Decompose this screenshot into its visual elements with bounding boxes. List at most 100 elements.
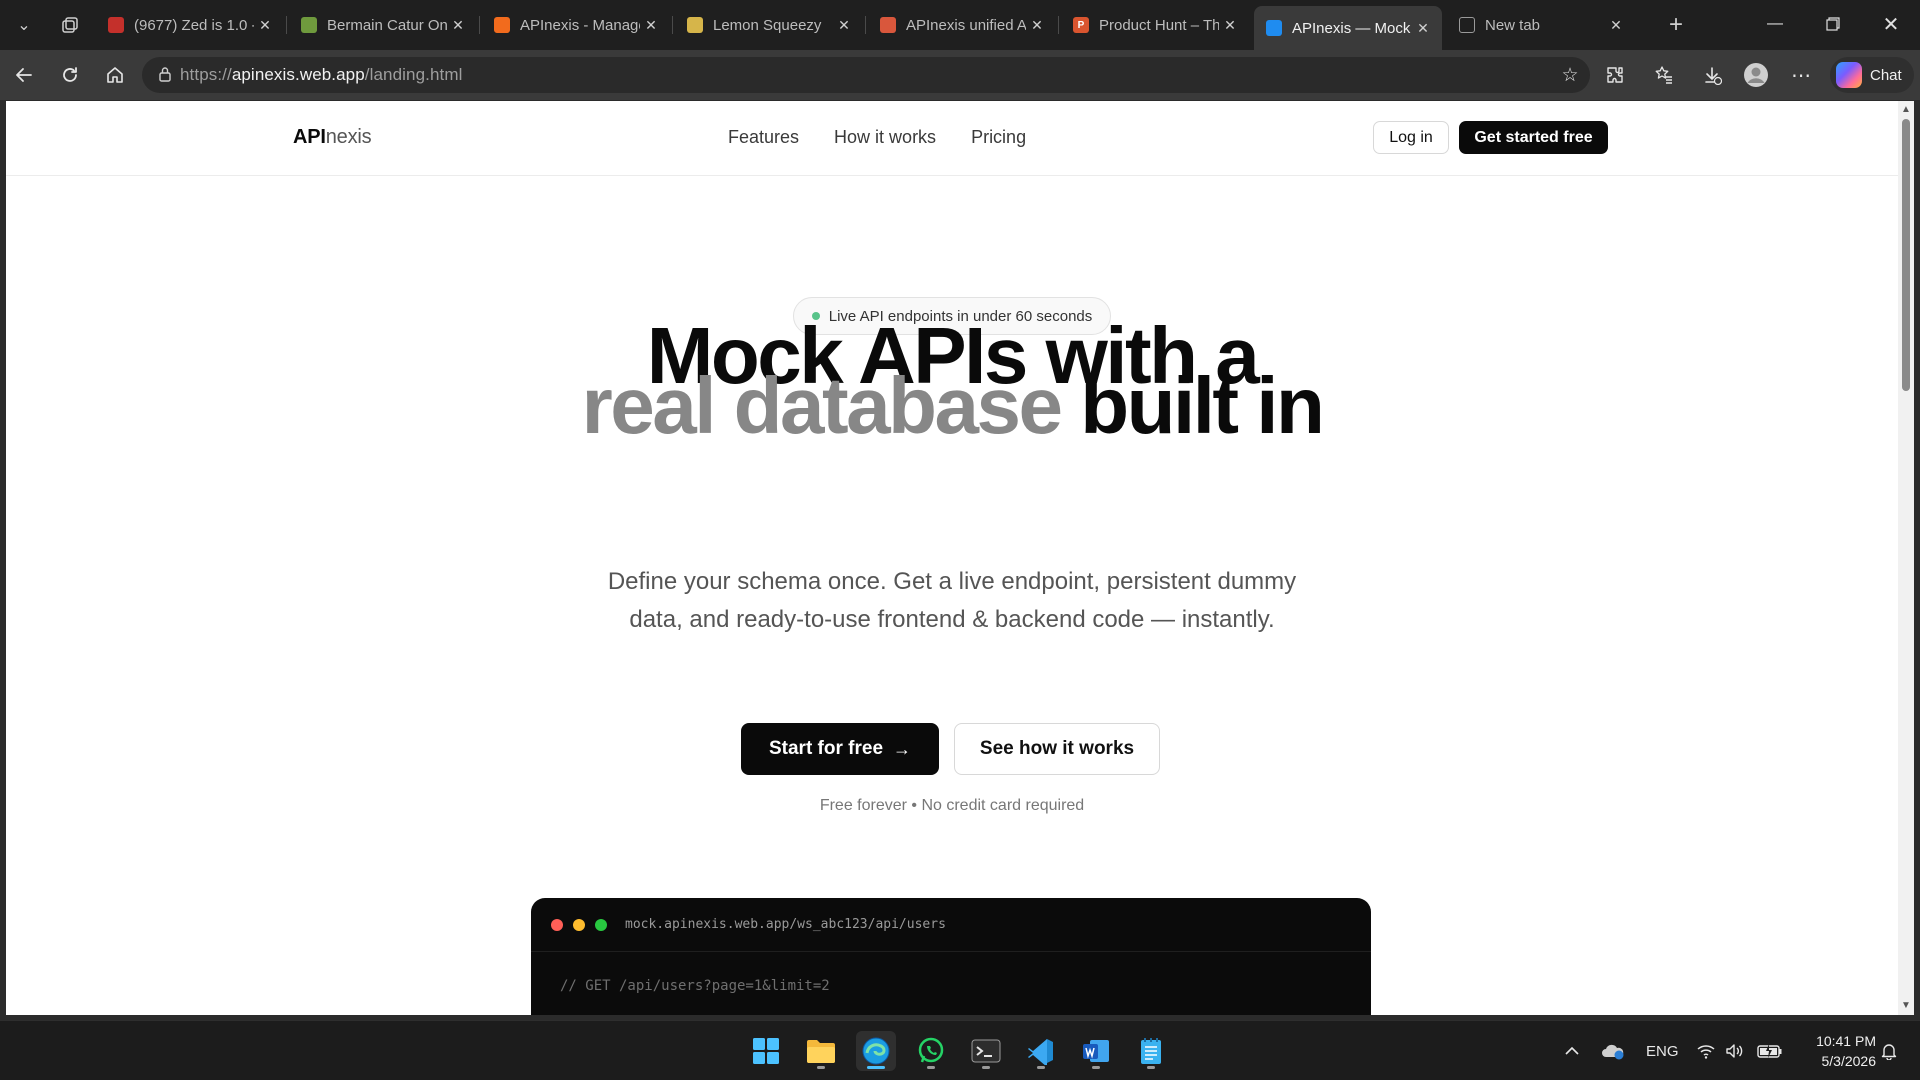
edge-browser-icon[interactable] [856,1031,896,1071]
nav-link-pricing[interactable]: Pricing [971,127,1026,148]
hero-subheadline: Define your schema once. Get a live endp… [607,568,1297,633]
restore-button[interactable] [1804,0,1862,48]
profile-avatar-icon[interactable] [1740,59,1772,91]
scroll-down-arrow-icon[interactable]: ▼ [1898,999,1914,1013]
onedrive-sync-icon[interactable] [1601,1021,1625,1080]
terminal-icon[interactable] [966,1031,1006,1071]
scrollbar-thumb[interactable] [1902,119,1910,391]
tab-favicon-icon [301,17,317,33]
favorite-star-icon[interactable]: ☆ [1554,59,1586,91]
url-text: https://apinexis.web.app/landing.html [180,65,463,84]
tab-close-icon[interactable]: ✕ [1605,17,1627,34]
code-comment-line: // GET /api/users?page=1&limit=2 [560,978,830,994]
tab-separator [865,16,866,34]
tab-close-icon[interactable]: ✕ [833,17,855,34]
browser-tab[interactable]: APInexis - Manage ✕ [482,8,670,42]
browser-tab[interactable]: New tab ✕ [1447,8,1635,42]
start-for-free-label: Start for free [768,738,884,759]
minimize-button[interactable]: — [1746,0,1804,48]
new-tab-button[interactable]: + [1660,9,1692,41]
hero-fineprint: Free forever • No credit card required [819,797,1085,814]
whatsapp-icon[interactable] [911,1031,951,1071]
tab-favicon-icon [108,17,124,33]
clock-time: 10:41 PM [1816,1033,1876,1049]
running-indicator [927,1066,935,1069]
site-logo[interactable]: APInexis [293,126,372,149]
code-preview-window: mock.apinexis.web.app/ws_abc123/api/user… [531,898,1371,1015]
battery-charging-icon[interactable] [1757,1021,1783,1080]
system-clock[interactable]: 10:41 PM 5/3/2026 [1796,1031,1876,1071]
browser-tab[interactable]: APInexis unified AI ✕ [868,8,1056,42]
tab-favicon-icon [880,17,896,33]
browser-tab[interactable]: Lemon Squeezy ✕ [675,8,863,42]
browser-tab[interactable]: (9677) Zed is 1.0 - ✕ [96,8,284,42]
minimize-dot-icon [573,918,585,931]
wifi-icon[interactable] [1697,1021,1715,1080]
input-language-indicator[interactable]: ENG [1646,1021,1679,1080]
tab-favicon-icon: P [1073,17,1089,33]
running-indicator [1147,1066,1155,1069]
nav-link-features[interactable]: Features [728,127,799,148]
page-viewport: APInexis Features How it works Pricing L… [6,101,1898,1015]
tab-title: APInexis — Mock A [1292,19,1412,37]
browser-tab[interactable]: Bermain Catur Onl ✕ [289,8,477,42]
see-how-it-works-button[interactable]: See how it works [954,723,1160,775]
tab-separator [1058,16,1059,34]
tab-title: APInexis - Manage [520,16,640,34]
close-window-button[interactable]: ✕ [1862,0,1920,48]
volume-icon[interactable] [1725,1021,1745,1080]
hero-headline-muted: real database [581,361,1063,450]
tab-close-icon[interactable]: ✕ [447,17,469,34]
workspaces-icon[interactable] [54,9,86,41]
copilot-chat-button[interactable]: Chat [1830,57,1914,93]
running-indicator [1037,1066,1045,1069]
start-menu-icon[interactable] [746,1031,786,1071]
browser-tab[interactable]: APInexis — Mock A ✕ [1254,6,1442,50]
tray-overflow-chevron-icon[interactable] [1564,1021,1580,1080]
tab-close-icon[interactable]: ✕ [254,17,276,34]
scroll-up-arrow-icon[interactable]: ▲ [1898,103,1914,117]
maximize-dot-icon [595,918,607,931]
tab-close-icon[interactable]: ✕ [640,17,662,34]
refresh-icon[interactable] [54,59,86,91]
favorites-icon[interactable] [1648,59,1680,91]
site-nav-links: Features How it works Pricing [728,127,1026,148]
running-indicator [982,1066,990,1069]
running-indicator [1092,1066,1100,1069]
home-icon[interactable] [99,59,131,91]
tab-close-icon[interactable]: ✕ [1412,20,1434,37]
browser-toolbar: https://apinexis.web.app/landing.html ☆ … [0,50,1920,100]
notifications-bell-icon[interactable] [1880,1021,1898,1080]
windows-taskbar: ENG 10:41 PM 5/3/2026 [0,1020,1920,1080]
extensions-icon[interactable] [1599,59,1631,91]
chat-label: Chat [1870,66,1902,84]
nav-link-how-it-works[interactable]: How it works [834,127,936,148]
site-info-lock-icon[interactable] [150,66,180,85]
tab-actions-menu-icon[interactable]: ⌄ [8,9,40,41]
back-icon[interactable] [8,59,40,91]
tab-favicon-icon [1459,17,1475,33]
tab-close-icon[interactable]: ✕ [1219,17,1241,34]
downloads-icon[interactable] [1696,59,1728,91]
tab-title: Bermain Catur Onl [327,16,447,34]
page-scrollbar[interactable]: ▲ ▼ [1898,101,1914,1015]
notepad-icon[interactable] [1131,1031,1171,1071]
tab-separator [286,16,287,34]
login-button[interactable]: Log in [1373,121,1449,154]
file-explorer-icon[interactable] [801,1031,841,1071]
hero-headline-rest: built in [1080,361,1325,450]
code-preview-url: mock.apinexis.web.app/ws_abc123/api/user… [625,917,946,932]
tab-close-icon[interactable]: ✕ [1026,17,1048,34]
address-bar[interactable]: https://apinexis.web.app/landing.html [142,57,1590,93]
word-icon[interactable] [1076,1031,1116,1071]
browser-tab[interactable]: P Product Hunt – Th ✕ [1061,8,1249,42]
get-started-free-button[interactable]: Get started free [1459,121,1608,154]
browser-tab-strip: ⌄ (9677) Zed is 1.0 - ✕ Bermain Catur Onl ✕… [0,0,1920,50]
tab-title: New tab [1485,16,1541,34]
more-options-icon[interactable]: ⋯ [1785,59,1817,91]
tab-favicon-icon [494,17,510,33]
copilot-icon [1836,62,1862,88]
start-for-free-button[interactable]: Start for free → [741,723,939,775]
tab-separator [672,16,673,34]
vscode-icon[interactable] [1021,1031,1061,1071]
